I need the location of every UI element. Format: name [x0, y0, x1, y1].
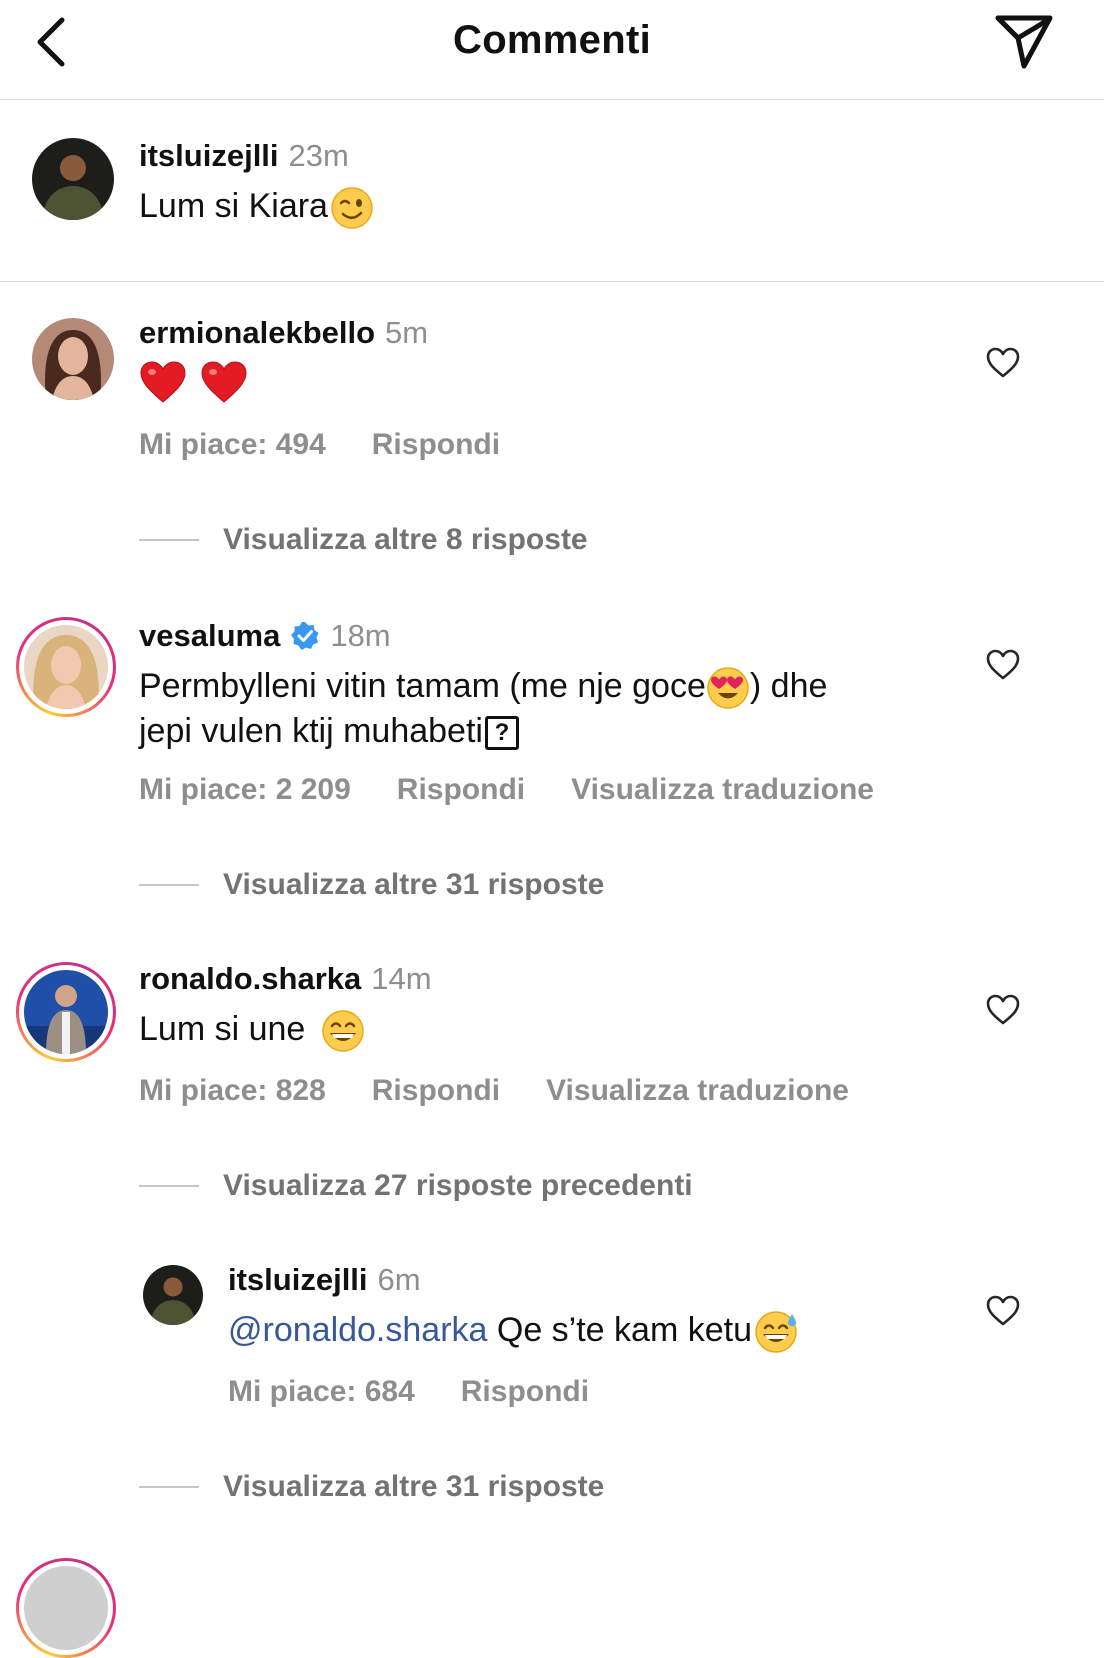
view-previous-replies[interactable]: Visualizza 27 risposte precedenti [139, 1169, 693, 1203]
comment-header: vesaluma 18m [139, 618, 391, 654]
comment-text-line: jepi vulen ktij muhabeti? [139, 710, 827, 752]
story-ring-avatar[interactable] [16, 962, 116, 1062]
comment-text: Permbylleni vitin tamam (me nje goce ) d… [139, 665, 827, 752]
red-heart-emoji-icon [201, 361, 247, 403]
avatar[interactable] [32, 318, 114, 400]
heart-eyes-emoji-icon [707, 667, 749, 709]
reply-button[interactable]: Rispondi [461, 1375, 589, 1409]
likes-count[interactable]: Mi piace: 2 209 [139, 773, 351, 807]
timestamp: 18m [330, 618, 391, 653]
avatar [24, 625, 108, 709]
grinning-sweat-emoji-icon [755, 1311, 797, 1353]
view-translation-button[interactable]: Visualizza traduzione [546, 1074, 849, 1108]
like-heart-icon[interactable] [986, 648, 1020, 682]
story-ring-avatar[interactable] [16, 617, 116, 717]
view-more-replies[interactable]: Visualizza altre 31 risposte [139, 868, 604, 902]
comment-header: itsluizejlli 23m [139, 138, 349, 174]
divider-line [139, 884, 199, 886]
comment-actions: Mi piace: 494 Rispondi [139, 428, 546, 462]
username[interactable]: ronaldo.sharka [139, 961, 361, 997]
post-caption: itsluizejlli 23m Lum si Kiara [0, 100, 1104, 282]
comment-text-part: jepi vulen ktij muhabeti [139, 712, 483, 751]
comment-header: ermionalekbello 5m [139, 315, 428, 351]
grinning-face-emoji-icon [322, 1010, 364, 1052]
send-icon [995, 15, 1053, 69]
likes-count[interactable]: Mi piace: 494 [139, 428, 326, 462]
timestamp: 6m [377, 1262, 421, 1297]
unknown-glyph-icon: ? [484, 716, 519, 751]
timestamp: 23m [288, 138, 349, 173]
comment-header: ronaldo.sharka 14m [139, 961, 432, 997]
username[interactable]: itsluizejlli [139, 138, 279, 174]
reply-button[interactable]: Rispondi [372, 1074, 500, 1108]
comment-actions: Mi piace: 828 Rispondi Visualizza traduz… [139, 1074, 895, 1108]
like-heart-icon[interactable] [986, 993, 1020, 1027]
likes-count[interactable]: Mi piace: 684 [228, 1375, 415, 1409]
view-translation-button[interactable]: Visualizza traduzione [571, 773, 874, 807]
comment-text-line: Permbylleni vitin tamam (me nje goce ) d… [139, 665, 827, 710]
reply-button[interactable]: Rispondi [372, 428, 500, 462]
send-button[interactable] [992, 10, 1056, 72]
comment-text-content: Lum si une [139, 1010, 306, 1048]
username[interactable]: itsluizejlli [228, 1262, 368, 1298]
caption-text-content: Lum si Kiara [139, 187, 328, 225]
timestamp: 14m [371, 961, 432, 996]
username[interactable]: vesaluma [139, 618, 280, 654]
caption-text: Lum si Kiara [139, 185, 374, 230]
reply-actions: Mi piace: 684 Rispondi [228, 1375, 635, 1409]
divider-line [139, 1185, 199, 1187]
comment-header: itsluizejlli 6m [228, 1262, 421, 1298]
winking-face-emoji-icon [331, 187, 373, 229]
comment-text [139, 360, 248, 406]
story-ring-avatar[interactable] [16, 1558, 116, 1658]
timestamp: 5m [385, 315, 429, 350]
view-more-label: Visualizza altre 31 risposte [223, 1470, 605, 1503]
likes-count[interactable]: Mi piace: 828 [139, 1074, 326, 1108]
view-more-replies[interactable]: Visualizza altre 8 risposte [139, 523, 588, 557]
comment-text-part: Permbylleni vitin tamam (me nje goce [139, 667, 706, 705]
avatar[interactable] [32, 138, 114, 220]
divider-line [139, 1486, 199, 1488]
comment-text-part: ) dhe [749, 667, 828, 705]
reply-button[interactable]: Rispondi [397, 773, 525, 807]
like-heart-icon[interactable] [986, 346, 1020, 380]
view-more-label: Visualizza altre 8 risposte [223, 523, 588, 556]
reply-text: @ronaldo.sharka Qe s’te kam ketu [228, 1309, 800, 1354]
reply-text-content: Qe s’te kam ketu [487, 1311, 752, 1349]
avatar[interactable] [143, 1265, 203, 1325]
avatar [24, 970, 108, 1054]
red-heart-emoji-icon [140, 361, 186, 403]
verified-badge-icon [291, 622, 319, 650]
divider-line [139, 539, 199, 541]
top-bar: Commenti [0, 0, 1104, 100]
view-more-label: Visualizza altre 31 risposte [223, 868, 605, 901]
view-previous-label: Visualizza 27 risposte precedenti [223, 1169, 693, 1202]
comment-text: Lum si une [139, 1008, 365, 1053]
mention-link[interactable]: @ronaldo.sharka [228, 1311, 487, 1349]
username[interactable]: ermionalekbello [139, 315, 375, 351]
like-heart-icon[interactable] [986, 1294, 1020, 1328]
view-more-replies[interactable]: Visualizza altre 31 risposte [139, 1470, 604, 1504]
avatar [24, 1566, 108, 1650]
page-title: Commenti [453, 18, 651, 62]
comment-actions: Mi piace: 2 209 Rispondi Visualizza trad… [139, 773, 920, 807]
